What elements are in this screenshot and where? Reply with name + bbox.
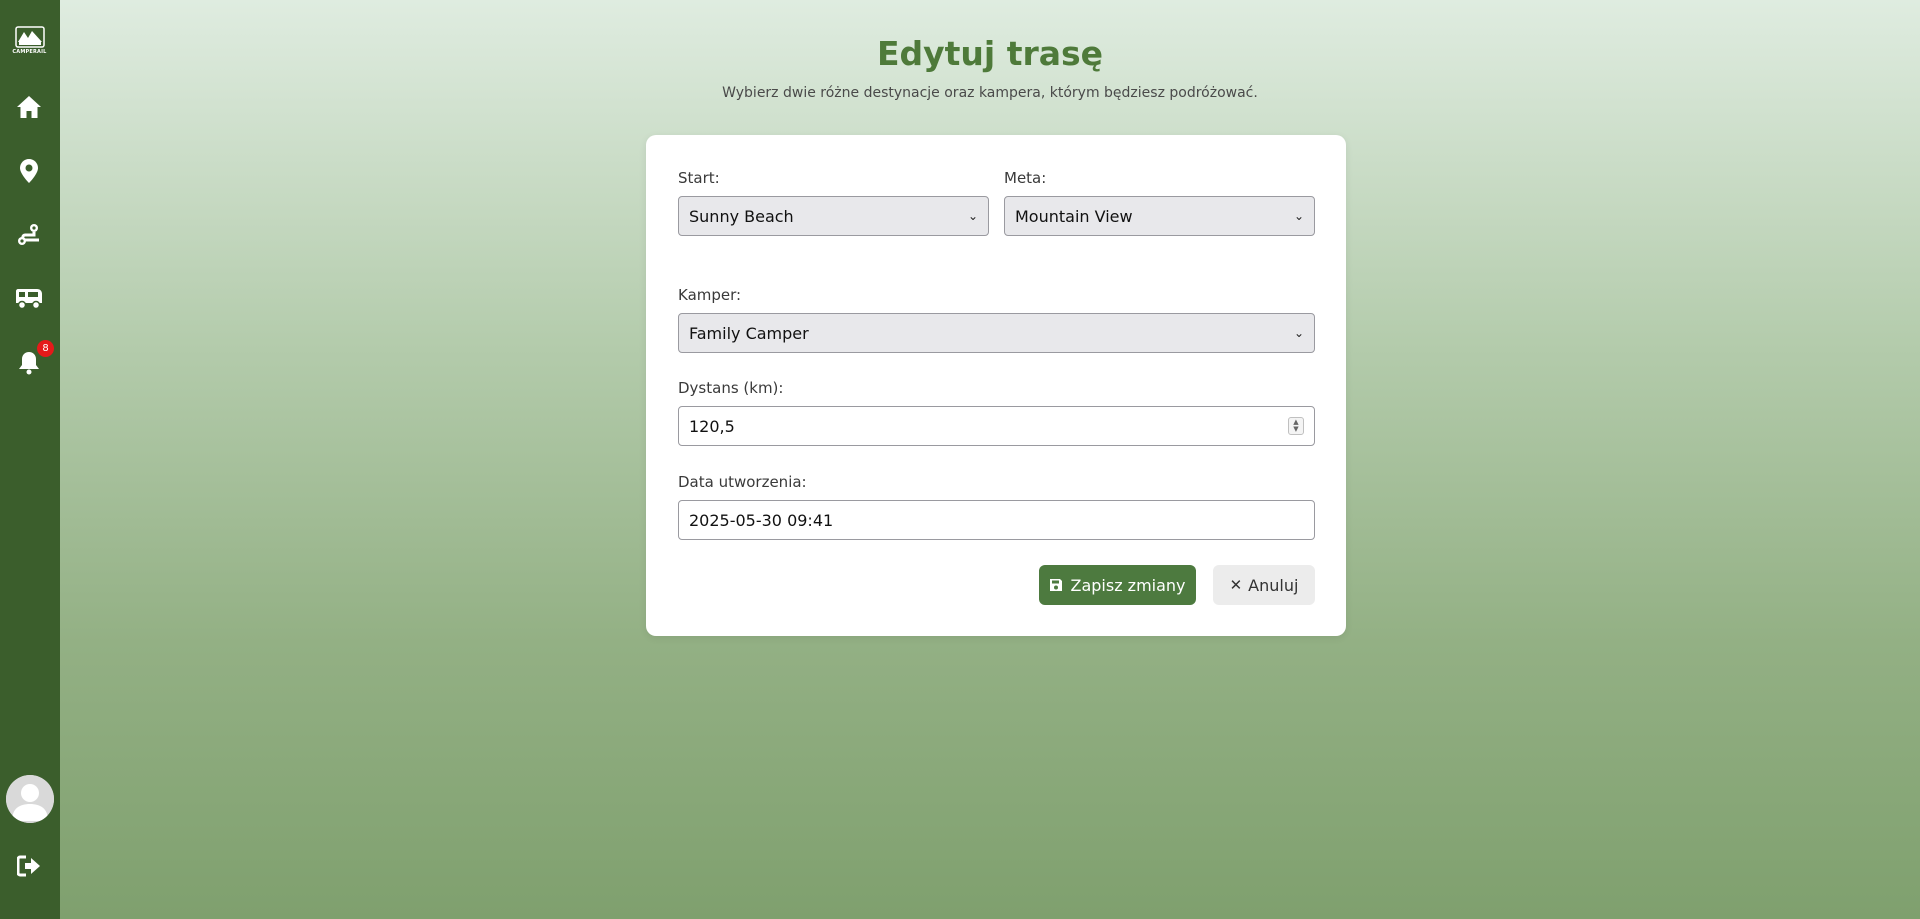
nav-campers[interactable]: [14, 284, 44, 314]
nav-routes[interactable]: [14, 220, 44, 250]
meta-select-value: Mountain View: [1015, 206, 1133, 226]
chevron-down-icon: ⌄: [1293, 209, 1304, 223]
kamper-select-value: Family Camper: [689, 323, 809, 343]
start-select[interactable]: Sunny Beach ⌄: [678, 196, 989, 236]
sidebar: CAMPERAIL 8: [0, 0, 60, 919]
bell-icon: [19, 352, 39, 375]
date-label: Data utworzenia:: [678, 473, 807, 491]
page-title: Edytuj trasę: [876, 34, 1104, 73]
meta-select[interactable]: Mountain View ⌄: [1004, 196, 1315, 236]
spinner-down-icon[interactable]: ▼: [1293, 426, 1298, 433]
user-avatar[interactable]: [6, 775, 54, 823]
user-avatar-icon: [6, 775, 54, 823]
page-subtitle: Wybierz dwie różne destynacje oraz kampe…: [722, 85, 1258, 101]
date-input[interactable]: 2025-05-30 09:41: [678, 500, 1315, 540]
distance-value: 120,5: [689, 416, 735, 436]
date-value: 2025-05-30 09:41: [689, 510, 834, 530]
logo-text: CAMPERAIL: [12, 49, 47, 55]
notification-badge: 8: [37, 340, 54, 357]
kamper-select[interactable]: Family Camper ⌄: [678, 313, 1315, 353]
number-spinner[interactable]: ▲ ▼: [1288, 417, 1304, 435]
location-pin-icon: [20, 159, 38, 183]
save-button[interactable]: Zapisz zmiany: [1039, 565, 1196, 605]
start-label: Start:: [678, 169, 720, 187]
edit-route-form: Start: Sunny Beach ⌄ Meta: Mountain View…: [646, 135, 1346, 636]
floppy-disk-icon: [1050, 579, 1063, 591]
cancel-button-label: Anuluj: [1248, 575, 1299, 595]
kamper-label: Kamper:: [678, 286, 742, 304]
chevron-down-icon: ⌄: [1293, 326, 1304, 340]
save-button-label: Zapisz zmiany: [1070, 575, 1186, 595]
logout-icon: [17, 855, 40, 877]
close-icon: ✕: [1229, 576, 1243, 594]
route-icon: [18, 224, 39, 245]
chevron-down-icon: ⌄: [967, 209, 978, 223]
logout-button[interactable]: [14, 851, 44, 881]
camper-van-icon: [16, 289, 42, 310]
cancel-button[interactable]: ✕ Anuluj: [1213, 565, 1315, 605]
nav-destinations[interactable]: [14, 156, 44, 186]
distance-input[interactable]: 120,5 ▲ ▼: [678, 406, 1315, 446]
meta-label: Meta:: [1004, 169, 1047, 187]
camper-logo-icon: [14, 26, 45, 48]
start-select-value: Sunny Beach: [689, 206, 794, 226]
home-icon: [17, 96, 41, 118]
distance-label: Dystans (km):: [678, 379, 784, 397]
nav-home[interactable]: [14, 92, 44, 122]
app-logo[interactable]: CAMPERAIL: [12, 26, 47, 56]
